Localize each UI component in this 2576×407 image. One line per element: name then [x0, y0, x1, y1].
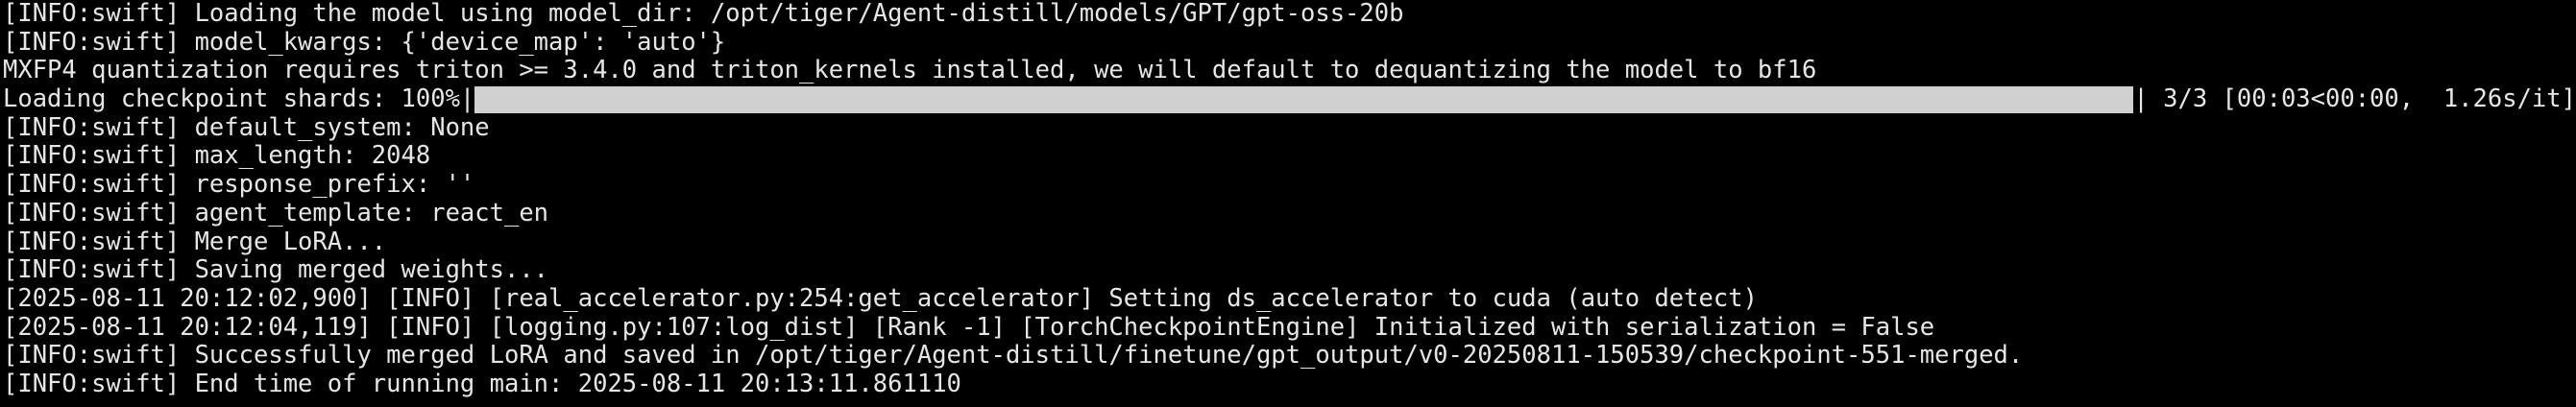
- log-line: [2025-08-11 20:12:04,119] [INFO] [loggin…: [3, 313, 1935, 342]
- terminal-window[interactable]: [INFO:swift] Loading the model using mod…: [0, 0, 2576, 407]
- progress-line: Loading checkpoint shards: 100%| | 3/3 [0…: [0, 85, 2576, 114]
- log-line: [INFO:swift] Saving merged weights...: [3, 256, 549, 285]
- log-line: [INFO:swift] Loading the model using mod…: [3, 0, 1404, 28]
- progress-prefix: Loading checkpoint shards: 100%|: [3, 85, 475, 114]
- log-line: [INFO:swift] model_kwargs: {'device_map'…: [3, 28, 726, 57]
- log-line: [INFO:swift] Merge LoRA...: [3, 227, 387, 256]
- progress-bar: [474, 85, 2134, 113]
- progress-suffix: | 3/3 [00:03<00:00, 1.26s/it]: [2133, 85, 2576, 114]
- log-line: MXFP4 quantization requires triton >= 3.…: [3, 57, 1817, 85]
- log-line: [INFO:swift] response_prefix: '': [3, 171, 475, 200]
- log-line: [INFO:swift] Successfully merged LoRA an…: [3, 342, 2024, 371]
- progress-bar-fill: [474, 85, 2134, 113]
- log-line: [INFO:swift] End time of running main: 2…: [3, 370, 961, 398]
- log-line: [INFO:swift] max_length: 2048: [3, 142, 431, 171]
- log-line: [INFO:swift] agent_template: react_en: [3, 199, 549, 227]
- log-line: [INFO:swift] default_system: None: [3, 113, 490, 142]
- log-line: [2025-08-11 20:12:02,900] [INFO] [real_a…: [3, 284, 1758, 313]
